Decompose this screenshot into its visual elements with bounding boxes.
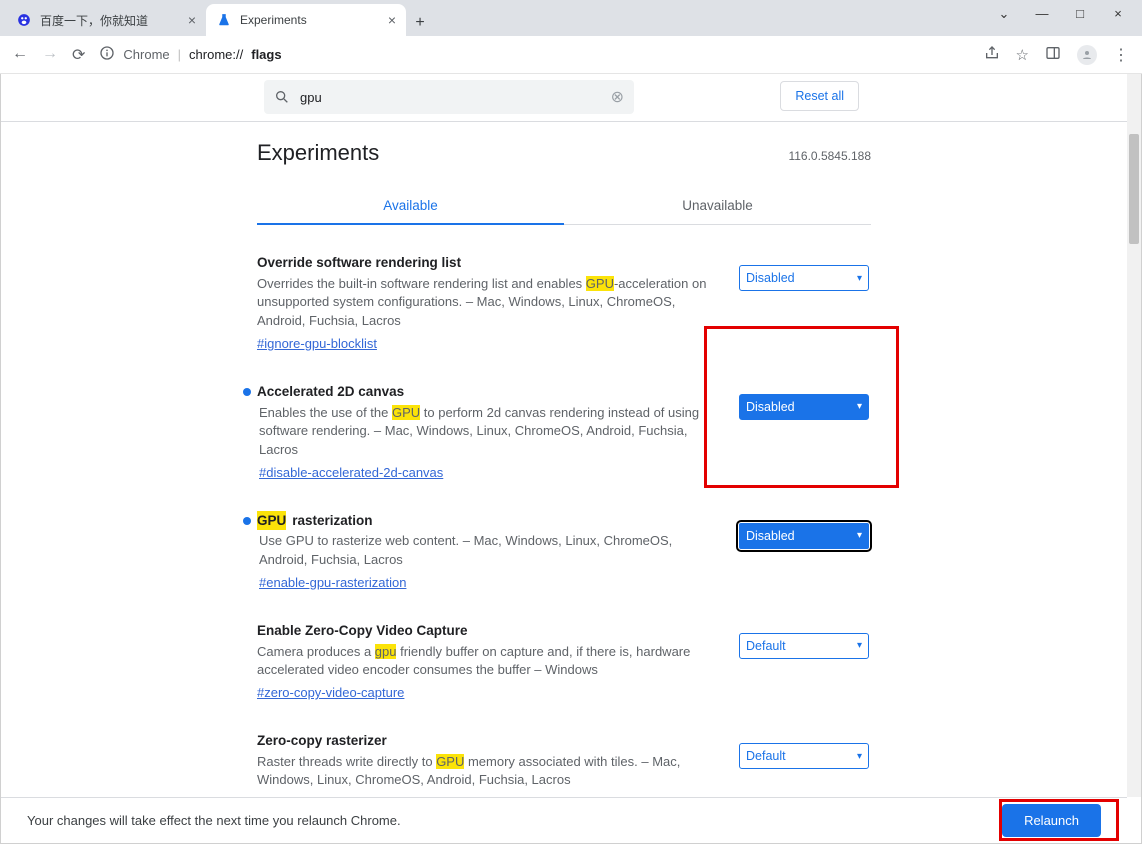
url-scheme-label: Chrome [123, 47, 169, 62]
flag-enable-zero-copy: Zero-copy rasterizer Raster threads writ… [257, 721, 871, 797]
chevron-down-icon: ▾ [857, 530, 862, 541]
scrollbar[interactable] [1127, 74, 1141, 797]
flag-category-tabs: Available Unavailable [257, 188, 871, 225]
flask-icon [216, 12, 232, 28]
flag-title: Accelerated 2D canvas [259, 382, 711, 402]
chevron-down-icon: ▾ [857, 273, 862, 284]
tab-title: 百度一下，你就知道 [40, 12, 148, 29]
forward-icon: → [42, 45, 58, 65]
baidu-favicon-icon [16, 12, 32, 28]
flag-description: Overrides the built-in software renderin… [257, 275, 711, 332]
back-icon[interactable]: ← [12, 45, 28, 65]
flag-description: Raster threads write directly to GPU mem… [257, 753, 711, 791]
changed-dot-icon [243, 388, 251, 396]
flag-description: Camera produces a gpu friendly buffer on… [257, 643, 711, 681]
flag-select[interactable]: Default▾ [739, 743, 869, 769]
window-controls: ⌄ — □ × [994, 0, 1142, 22]
nav-buttons: ← → ⟳ [8, 45, 89, 65]
flag-title: Override software rendering list [257, 253, 711, 273]
toolbar-actions: ☆ ⋮ [984, 45, 1134, 65]
flag-description: Enables the use of the GPU to perform 2d… [259, 404, 711, 461]
flag-title: Enable Zero-Copy Video Capture [257, 621, 711, 641]
reload-icon[interactable]: ⟳ [72, 45, 85, 65]
close-window-icon[interactable]: × [1108, 6, 1128, 22]
tab-experiments[interactable]: Experiments × [206, 4, 406, 36]
reset-all-button[interactable]: Reset all [780, 81, 859, 111]
flag-zero-copy-video-capture: Enable Zero-Copy Video Capture Camera pr… [257, 611, 871, 721]
tab-baidu[interactable]: 百度一下，你就知道 × [6, 4, 206, 36]
chevron-down-icon: ▾ [857, 751, 862, 762]
close-icon[interactable]: × [188, 12, 196, 28]
address-bar[interactable]: Chrome | chrome://flags [99, 45, 973, 64]
chevron-down-icon[interactable]: ⌄ [994, 6, 1014, 22]
relaunch-bar: Your changes will take effect the next t… [1, 797, 1127, 843]
scrollbar-thumb[interactable] [1129, 134, 1139, 244]
chevron-down-icon: ▾ [857, 640, 862, 651]
flag-title: Zero-copy rasterizer [257, 731, 711, 751]
clear-search-icon[interactable]: ⊗ [611, 87, 624, 107]
flag-description: Use GPU to rasterize web content. – Mac,… [259, 532, 711, 570]
flags-topbar: ⊗ Reset all [1, 74, 1127, 122]
bookmark-icon[interactable]: ☆ [1016, 46, 1029, 64]
changed-dot-icon [243, 517, 251, 525]
page-title: Experiments [257, 140, 379, 166]
share-icon[interactable] [984, 45, 1000, 65]
flag-hash-link[interactable]: #ignore-gpu-blocklist [257, 335, 377, 354]
tab-available[interactable]: Available [257, 188, 564, 225]
relaunch-button[interactable]: Relaunch [1002, 804, 1101, 837]
url-prefix: chrome:// [189, 47, 243, 62]
menu-icon[interactable]: ⋮ [1113, 45, 1128, 65]
chrome-version: 116.0.5845.188 [788, 149, 871, 163]
flag-enable-gpu-rasterization: GPU rasterization Use GPU to rasterize w… [257, 501, 871, 611]
flag-ignore-gpu-blocklist: Override software rendering list Overrid… [257, 243, 871, 372]
new-tab-button[interactable]: + [406, 14, 434, 36]
flag-select[interactable]: Disabled▾ [739, 523, 869, 549]
flag-title: GPU rasterization [259, 511, 711, 531]
browser-titlebar: 百度一下，你就知道 × Experiments × + ⌄ — □ × [0, 0, 1142, 36]
tab-title: Experiments [240, 13, 307, 27]
close-icon[interactable]: × [388, 12, 396, 28]
site-info-icon[interactable] [99, 45, 115, 64]
profile-avatar-icon[interactable] [1077, 45, 1097, 65]
page-viewport: ⊗ Reset all Experiments 116.0.5845.188 A… [0, 74, 1142, 844]
search-icon [274, 89, 290, 105]
flag-select[interactable]: Disabled▾ [739, 265, 869, 291]
sidepanel-icon[interactable] [1045, 45, 1061, 65]
flag-disable-accelerated-2d-canvas: Accelerated 2D canvas Enables the use of… [257, 372, 871, 501]
chevron-down-icon: ▾ [857, 401, 862, 412]
toolbar: ← → ⟳ Chrome | chrome://flags ☆ ⋮ [0, 36, 1142, 74]
flag-select[interactable]: Disabled▾ [739, 394, 869, 420]
relaunch-message: Your changes will take effect the next t… [27, 813, 401, 828]
flag-hash-link[interactable]: #zero-copy-video-capture [257, 684, 404, 703]
search-input[interactable] [300, 90, 601, 105]
flag-hash-link[interactable]: #enable-gpu-rasterization [259, 574, 406, 593]
tab-unavailable[interactable]: Unavailable [564, 188, 871, 224]
tab-strip: 百度一下，你就知道 × Experiments × + [0, 0, 434, 36]
maximize-icon[interactable]: □ [1070, 6, 1090, 22]
flag-hash-link[interactable]: #disable-accelerated-2d-canvas [259, 464, 443, 483]
minimize-icon[interactable]: — [1032, 6, 1052, 22]
flag-select[interactable]: Default▾ [739, 633, 869, 659]
flags-search[interactable]: ⊗ [264, 80, 634, 114]
url-path: flags [251, 47, 281, 62]
